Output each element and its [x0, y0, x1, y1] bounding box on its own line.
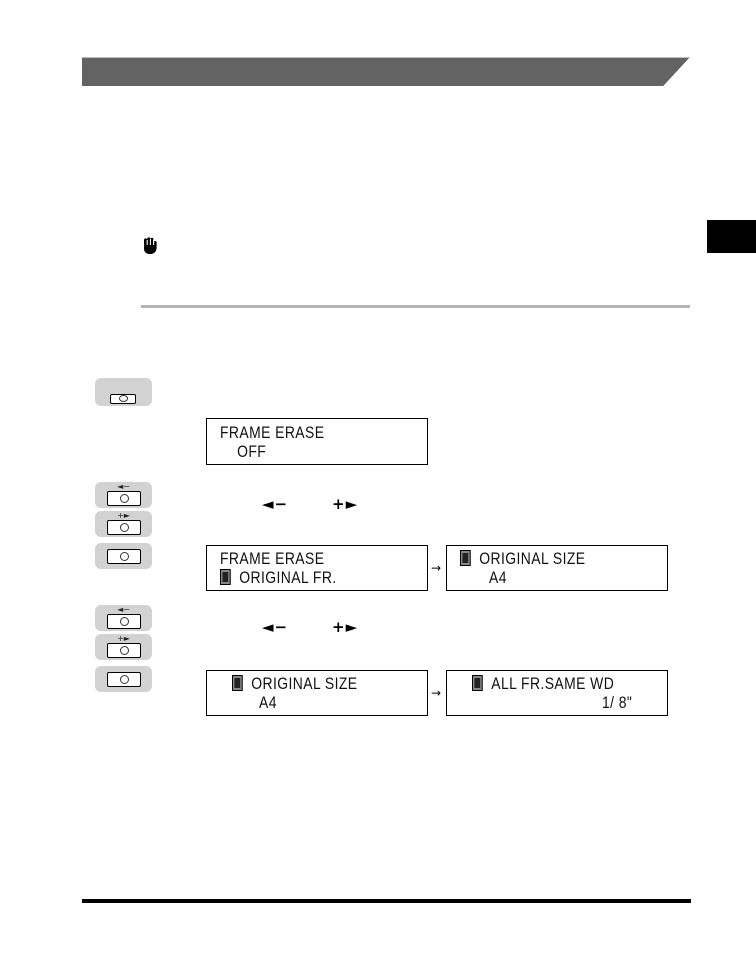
plus-right-key[interactable]: +► [95, 634, 152, 660]
chapter-tab [707, 220, 756, 253]
lcd-display: ORIGINAL SIZE A4 [206, 670, 428, 716]
lcd-line-2-text: ORIGINAL FR. [239, 568, 337, 587]
lcd-display: FRAME ERASE OFF [206, 418, 428, 465]
key-indicator-icon [120, 523, 129, 532]
key-button[interactable] [107, 643, 141, 658]
key-indicator-icon [120, 494, 129, 503]
lcd-display: FRAME ERASE ORIGINAL FR. [206, 545, 428, 591]
lcd-line-1: FRAME ERASE [220, 423, 325, 442]
section-header-bar [82, 57, 690, 86]
lcd-line-1: FRAME ERASE [220, 549, 325, 568]
lcd-line-1-text: ORIGINAL SIZE [479, 549, 586, 568]
plus-right-key[interactable]: +► [95, 511, 152, 537]
special-features-key[interactable] [95, 378, 152, 406]
ok-key[interactable] [95, 666, 152, 692]
key-indicator-icon [120, 617, 129, 626]
key-label: ◄− [117, 482, 130, 491]
key-label: +► [117, 634, 130, 643]
plus-right-key-ref: +► [332, 618, 359, 636]
key-button[interactable] [107, 549, 141, 564]
lcd-line-1: ORIGINAL SIZE [460, 550, 586, 568]
lcd-line-2: 1/ 8" [602, 693, 633, 712]
lcd-display: ORIGINAL SIZE A4 [446, 545, 668, 591]
key-indicator-icon [120, 552, 129, 561]
key-indicator-icon [120, 675, 129, 684]
key-label: +► [117, 511, 130, 520]
right-arrow-icon: → [431, 561, 442, 575]
left-minus-key[interactable]: ◄− [95, 605, 152, 631]
key-button[interactable] [107, 672, 141, 687]
key-button[interactable] [107, 614, 141, 629]
lcd-line-1-text: ALL FR.SAME WD [491, 674, 615, 693]
frame-pattern-icon [460, 550, 471, 566]
lcd-line-2: OFF [220, 442, 267, 461]
key-button[interactable] [110, 394, 136, 404]
left-minus-key-ref: ◄− [262, 618, 289, 636]
lcd-line-2: A4 [259, 693, 277, 712]
footer-rule [82, 899, 691, 903]
ok-key[interactable] [95, 543, 152, 569]
lcd-line-1: ORIGINAL SIZE [232, 675, 358, 693]
lcd-line-1: ALL FR.SAME WD [472, 675, 614, 693]
lcd-line-1-text: ORIGINAL SIZE [251, 674, 358, 693]
key-button[interactable] [107, 491, 141, 506]
key-button[interactable] [107, 520, 141, 535]
section-divider [141, 305, 690, 308]
left-minus-key-ref: ◄− [262, 495, 289, 513]
key-indicator-icon [119, 395, 128, 402]
key-indicator-icon [120, 646, 129, 655]
lcd-line-2: A4 [489, 568, 507, 587]
important-hand-icon [144, 237, 157, 254]
frame-pattern-icon [472, 675, 483, 691]
plus-right-key-ref: +► [332, 495, 359, 513]
key-label: ◄− [117, 605, 130, 614]
left-minus-key[interactable]: ◄− [95, 482, 152, 508]
frame-pattern-icon [232, 675, 243, 691]
right-arrow-icon: → [431, 686, 442, 700]
lcd-display: ALL FR.SAME WD 1/ 8" [446, 670, 668, 716]
frame-pattern-icon [220, 569, 231, 585]
lcd-line-2: ORIGINAL FR. [220, 569, 337, 587]
